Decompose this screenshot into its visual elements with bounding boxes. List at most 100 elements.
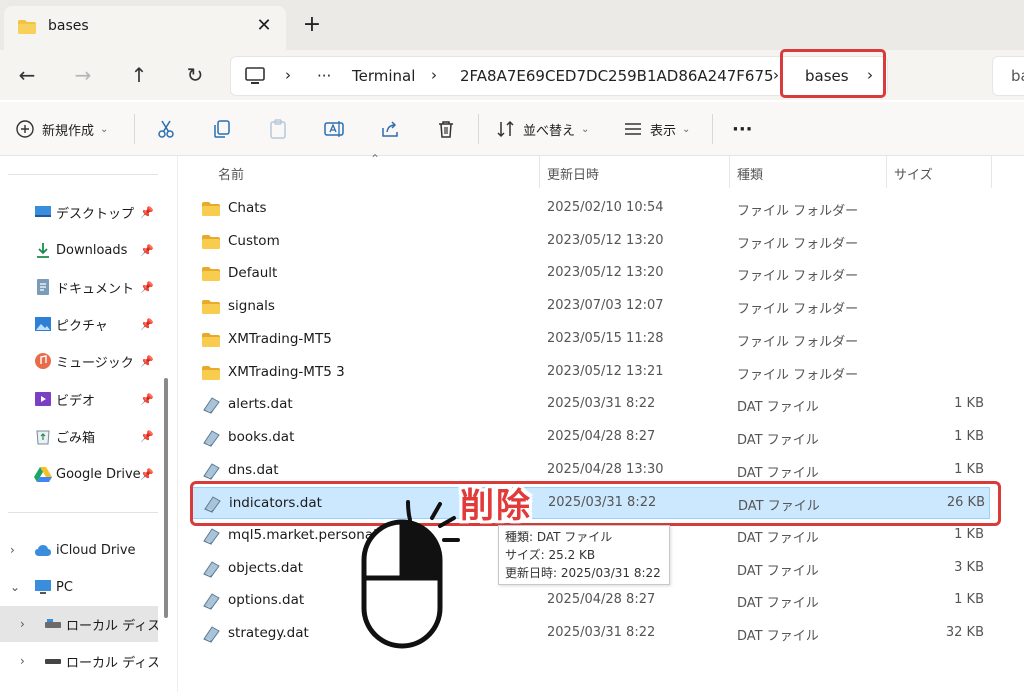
rename-icon — [324, 121, 344, 137]
file-type: ファイル フォルダー — [737, 269, 859, 285]
sidebar-item-google-drive[interactable]: Google Drive 📌 — [0, 456, 158, 492]
search-placeholder: ba — [1011, 67, 1024, 85]
drive-icon — [44, 652, 62, 670]
file-name[interactable]: options.dat — [228, 592, 304, 608]
file-icon — [203, 626, 220, 643]
file-name[interactable]: alerts.dat — [228, 396, 293, 412]
view-icon — [625, 123, 641, 135]
sidebar-item-desktop[interactable]: デスクトップ 📌 — [0, 194, 158, 230]
close-icon[interactable]: ✕ — [252, 14, 276, 38]
folder-icon — [202, 332, 220, 347]
file-row[interactable]: books.dat 2025/04/28 8:27 DAT ファイル 1 KB — [190, 422, 990, 454]
rename-button[interactable] — [323, 116, 345, 142]
file-name[interactable]: XMTrading-MT5 — [228, 331, 332, 347]
breadcrumb-terminal[interactable]: Terminal — [352, 67, 415, 85]
file-size: 1 KB — [954, 592, 984, 608]
pin-icon: 📌 — [140, 205, 154, 219]
file-type: DAT ファイル — [737, 596, 819, 612]
title-bar: bases ✕ + — [0, 0, 1024, 50]
chevron-right-icon[interactable]: › — [10, 543, 15, 557]
sidebar-item-videos[interactable]: ビデオ 📌 — [0, 381, 158, 417]
chevron-down-icon[interactable]: ⌄ — [10, 580, 20, 594]
copy-button[interactable] — [211, 116, 233, 142]
column-header-type[interactable]: 種類 — [737, 164, 763, 183]
cut-button[interactable] — [155, 116, 177, 142]
forward-button[interactable]: → — [68, 60, 98, 90]
sidebar-item-recycle-bin[interactable]: ごみ箱 📌 — [0, 418, 158, 454]
tab-bases[interactable]: bases ✕ — [4, 6, 286, 50]
new-tab-button[interactable]: + — [298, 12, 326, 40]
breadcrumb-more[interactable]: ··· — [317, 67, 331, 85]
file-type: ファイル フォルダー — [737, 204, 859, 219]
sidebar-item-icloud-drive[interactable]: › iCloud Drive — [0, 532, 158, 568]
sidebar-item-music[interactable]: ミュージック 📌 — [0, 343, 158, 379]
view-button[interactable]: 表示 ⌄ — [622, 116, 690, 142]
sidebar-item-local-disk-d[interactable]: › ローカル ディスク ( — [0, 643, 158, 679]
file-row[interactable]: Default 2023/05/12 13:20 ファイル フォルダー — [190, 258, 990, 290]
file-row[interactable]: signals 2023/07/03 12:07 ファイル フォルダー — [190, 291, 990, 323]
file-name[interactable]: dns.dat — [228, 462, 279, 478]
column-header-size[interactable]: サイズ — [894, 164, 933, 183]
file-name[interactable]: strategy.dat — [228, 625, 309, 641]
chevron-right-icon[interactable]: › — [20, 617, 25, 631]
sidebar-item-pc[interactable]: ⌄ PC — [0, 569, 158, 605]
file-row[interactable]: strategy.dat 2025/03/31 8:22 DAT ファイル 32 KB — [190, 618, 990, 650]
file-icon — [203, 593, 220, 611]
more-options-button[interactable]: ··· — [732, 116, 753, 142]
file-name[interactable]: Chats — [228, 200, 267, 216]
sidebar-item-label: デスクトップ — [56, 206, 135, 222]
sidebar-item-downloads[interactable]: Downloads 📌 — [0, 232, 158, 268]
search-input[interactable]: ba — [992, 56, 1024, 96]
file-name[interactable]: Custom — [228, 233, 280, 249]
file-icon — [203, 397, 220, 414]
file-row[interactable]: XMTrading-MT5 3 2023/05/12 13:21 ファイル フォルダ… — [190, 357, 990, 389]
file-type: ファイル フォルダー — [737, 367, 859, 383]
file-name[interactable]: XMTrading-MT5 3 — [228, 364, 345, 380]
sidebar-item-pictures[interactable]: ピクチャ 📌 — [0, 306, 158, 342]
chevron-right-icon[interactable]: › — [773, 66, 779, 84]
file-icon — [203, 561, 220, 578]
paste-button[interactable] — [267, 116, 289, 142]
file-type: DAT ファイル — [737, 432, 819, 448]
file-row[interactable]: alerts.dat 2025/03/31 8:22 DAT ファイル 1 KB — [190, 389, 990, 421]
column-header-name[interactable]: 名前 — [218, 164, 244, 183]
file-name[interactable]: signals — [228, 298, 275, 314]
back-button[interactable]: ← — [12, 60, 42, 90]
breadcrumb-folder-id[interactable]: 2FA8A7E69CED7DC259B1AD86A247F675 — [460, 67, 774, 85]
view-button-label: 表示 — [650, 123, 677, 139]
sidebar-scrollbar[interactable] — [164, 378, 168, 618]
mouse-click-icon — [361, 500, 460, 649]
file-row[interactable]: XMTrading-MT5 2023/05/15 11:28 ファイル フォルダー — [190, 324, 990, 356]
sidebar-item-documents[interactable]: ドキュメント 📌 — [0, 269, 158, 305]
folder-icon — [202, 234, 220, 249]
file-row[interactable]: Chats 2025/02/10 10:54 ファイル フォルダー — [190, 193, 990, 225]
chevron-right-icon[interactable]: › — [285, 66, 291, 84]
file-row[interactable]: Custom 2023/05/12 13:20 ファイル フォルダー — [190, 226, 990, 258]
sidebar-item-label: ごみ箱 — [56, 430, 96, 446]
column-header-date[interactable]: 更新日時 — [547, 164, 599, 183]
new-button[interactable]: 新規作成 ⌄ — [14, 116, 108, 142]
sidebar-item-local-disk-c[interactable]: › ローカル ディスク ( — [0, 606, 158, 642]
chevron-right-icon[interactable]: › — [431, 66, 437, 84]
file-type: DAT ファイル — [737, 563, 819, 579]
file-date: 2023/07/03 12:07 — [547, 298, 664, 314]
selected-row-highlight — [190, 481, 1001, 526]
file-row[interactable]: options.dat 2025/04/28 8:27 DAT ファイル 1 KB — [190, 585, 990, 617]
folder-icon — [202, 267, 220, 282]
download-icon — [34, 241, 52, 259]
file-type: ファイル フォルダー — [737, 302, 859, 318]
chevron-right-icon[interactable]: › — [20, 654, 25, 668]
pin-icon: 📌 — [140, 467, 154, 481]
up-button[interactable]: ↑ — [124, 60, 154, 90]
file-size: 3 KB — [954, 559, 984, 575]
file-name[interactable]: objects.dat — [228, 560, 303, 576]
share-button[interactable] — [379, 116, 401, 142]
file-name[interactable]: books.dat — [228, 429, 294, 445]
command-bar: 新規作成 ⌄ 並べ替え ⌄ 表示 ⌄ ··· — [0, 102, 1024, 156]
delete-button[interactable] — [435, 116, 457, 142]
sidebar-item-label: ドキュメント — [56, 281, 135, 297]
refresh-button[interactable]: ↻ — [180, 60, 210, 90]
sort-button[interactable]: 並べ替え ⌄ — [495, 116, 589, 142]
file-name[interactable]: Default — [228, 265, 277, 281]
file-type: DAT ファイル — [737, 629, 819, 645]
